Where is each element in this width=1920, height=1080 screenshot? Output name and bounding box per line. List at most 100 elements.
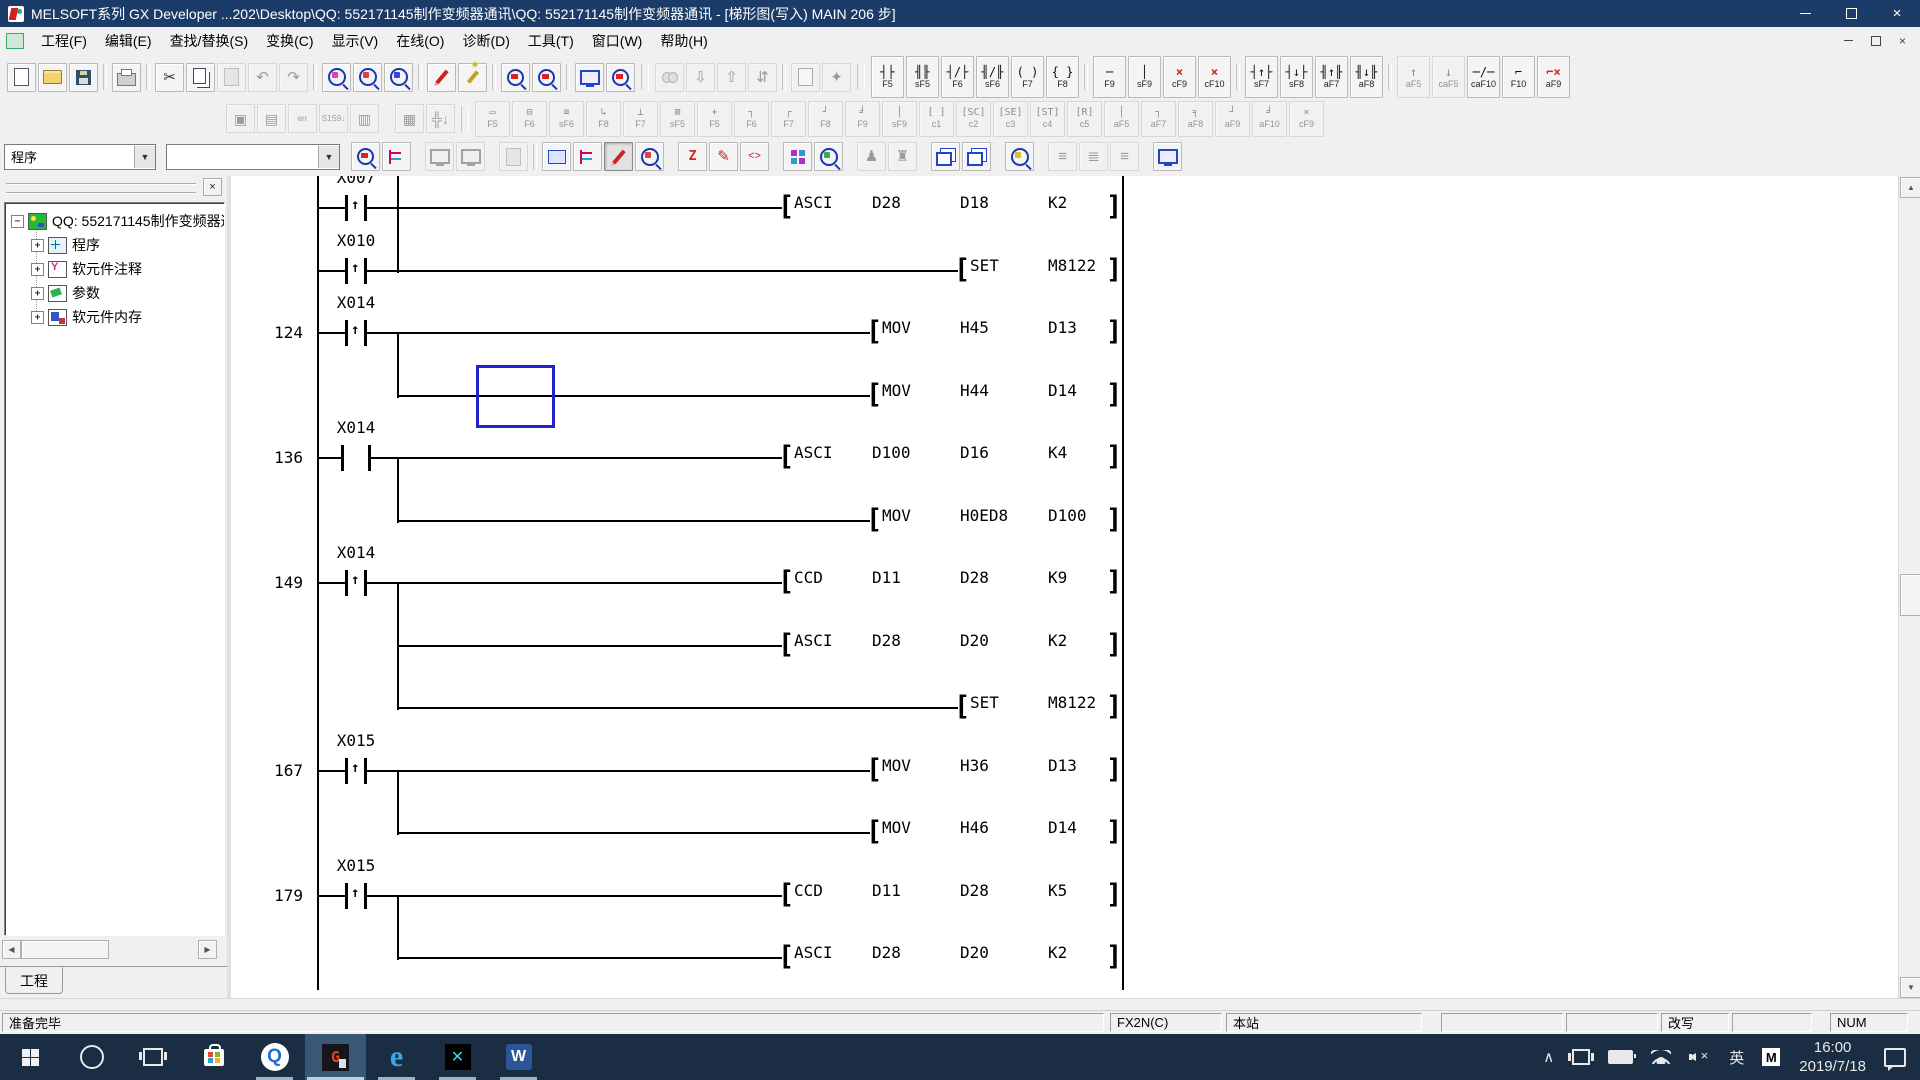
battery-icon[interactable] [1608,1050,1637,1064]
verify-with-plc-button[interactable]: ⇵ [748,62,777,92]
undo-button[interactable]: ↶ [248,62,277,92]
delete-line-button[interactable]: ⌐× aF9 [1537,56,1570,98]
taskbar-gx-developer-button[interactable]: G [305,1034,366,1080]
sfc-jump-button[interactable]: ↳ F8 [586,100,621,137]
find-device-button[interactable] [322,62,351,92]
child-restore-button[interactable] [1862,30,1889,52]
write-mode-active-button[interactable] [604,142,633,171]
zoom-monitor-yellow-button[interactable] [1005,142,1034,171]
sfc-line-corner-2-button[interactable]: ┌ F7 [771,100,806,137]
program-common-edit-button[interactable]: ▣ [226,104,255,133]
tab-project[interactable]: 工程 [5,967,63,994]
rising-pulse-contact-button[interactable]: ┤↑├ sF7 [1245,56,1278,98]
sfc-line-af10-button[interactable]: ╛ aF10 [1252,100,1287,137]
device-assign-button[interactable]: ╬↓ [426,104,455,133]
monitor-mode-button[interactable] [501,62,530,92]
menu-item-4[interactable]: 显示(V) [323,27,388,54]
copy-button[interactable] [186,62,215,92]
expand-icon[interactable]: + [31,238,44,252]
open-window-zoom-button[interactable] [351,142,380,171]
sfc-r-c5-button[interactable]: [R] c5 [1067,100,1102,137]
find-step-no-button[interactable] [384,62,413,92]
test-edit-pencil-button[interactable] [458,62,487,92]
read-mode-zoom-button[interactable] [635,142,664,171]
tree-item-0[interactable]: + 程序 [31,235,100,255]
find-instruction-button[interactable] [353,62,382,92]
paste-button[interactable] [217,62,246,92]
tray-chevron-icon[interactable]: ∧ [1543,1048,1554,1066]
block-information-button[interactable]: ▥ [350,104,379,133]
note-display-button[interactable] [499,142,528,171]
sfc-st-c4-button[interactable]: [ST] c4 [1030,100,1065,137]
instruction-list-mode-button[interactable]: Z [678,142,707,171]
sort-step-no-button[interactable]: S1S9↓ [319,104,348,133]
device-test-edit-button[interactable]: ✎ [709,142,738,171]
delete-vertical-line-button[interactable]: × cF10 [1198,56,1231,98]
sfc-line-af7-button[interactable]: ┐ aF7 [1141,100,1176,137]
grid-display-button[interactable]: ▦ [395,104,424,133]
taskbar-task-view-button[interactable] [122,1034,183,1080]
parallel-falling-pulse-button[interactable]: ╢↓╟ aF8 [1350,56,1383,98]
sfc-line-af8-button[interactable]: ╕ aF8 [1178,100,1213,137]
tree-item-3[interactable]: + 软元件内存 [31,307,142,327]
sfc-line-corner-1-button[interactable]: ┐ F6 [734,100,769,137]
open-project-button[interactable] [38,62,67,92]
block-select-combobox[interactable]: ▼ [166,143,340,170]
minimize-button[interactable] [1782,0,1828,27]
sfc-end-step-button[interactable]: ⊥ F7 [623,100,658,137]
edit-cursor-selection-box[interactable] [476,365,555,428]
menu-item-3[interactable]: 变换(C) [257,27,322,54]
project-data-list-button[interactable] [382,142,411,171]
new-project-button[interactable] [7,62,36,92]
scroll-up-icon[interactable]: ▲ [1900,177,1920,198]
sfc-delete-line-button[interactable]: × cF9 [1289,100,1324,137]
coil-button[interactable]: ( ) F7 [1011,56,1044,98]
language-indicator[interactable]: 英 [1729,1047,1744,1068]
sfc-comment-c1-button[interactable]: [ ] c1 [919,100,954,137]
taskbar-start-button[interactable] [0,1034,61,1080]
closed-contact-button[interactable]: ┤/├ F6 [941,56,974,98]
horizontal-line-button[interactable]: ─ F9 [1093,56,1126,98]
statement-display-button[interactable] [456,142,485,171]
trace-figure-1-button[interactable]: ♟ [857,142,886,171]
sfc-line-corner-4-button[interactable]: ╛ F9 [845,100,880,137]
expand-icon[interactable]: + [31,310,44,324]
menu-item-5[interactable]: 在线(O) [387,27,453,54]
menu-item-7[interactable]: 工具(T) [519,27,583,54]
write-to-plc-button[interactable]: ⇧ [717,62,746,92]
find-circle-zoom-button[interactable] [814,142,843,171]
scroll-down-icon[interactable]: ▼ [1900,977,1920,998]
comment-display-button[interactable] [425,142,454,171]
print-document-button[interactable] [791,62,820,92]
taskbar-gx-works-button[interactable]: ✕ [427,1034,488,1080]
menu-item-2[interactable]: 查找/替换(S) [161,27,258,54]
panel-close-icon[interactable]: × [203,178,222,196]
device-compare-button[interactable]: <> [740,142,769,171]
comment-tool-3-button[interactable]: ≡ [1110,142,1139,171]
sfc-vertical-line-button[interactable]: │ sF9 [882,100,917,137]
open-new-window-button[interactable] [962,142,991,171]
volume-muted-icon[interactable] [1689,1048,1711,1064]
delete-horizontal-line-button[interactable]: × cF9 [1163,56,1196,98]
sfc-transition-button[interactable]: ⊠ sF5 [660,100,695,137]
comment-tool-2-button[interactable]: ≣ [1079,142,1108,171]
trace-figure-2-button[interactable]: ♜ [888,142,917,171]
child-minimize-button[interactable] [1835,30,1862,52]
hscroll-thumb[interactable] [21,940,109,959]
print-button[interactable] [112,62,141,92]
device-comment-edit-button[interactable] [573,142,602,171]
chevron-down-icon[interactable]: ▼ [318,145,339,168]
monitor-write-mode-button[interactable] [532,62,561,92]
cut-button[interactable]: ✂ [155,62,184,92]
sfc-selection-divergence-button[interactable]: + F5 [697,100,732,137]
expand-icon[interactable]: + [31,262,44,276]
parallel-closed-contact-button[interactable]: ╢/╟ sF6 [976,56,1009,98]
open-contact-button[interactable]: ┤├ F5 [871,56,904,98]
falling-pulse-contact-button[interactable]: ┤↓├ sF8 [1280,56,1313,98]
transfer-setup-button[interactable] [575,62,604,92]
help-pointer-button[interactable]: ✦ [822,62,851,92]
down-branch-button[interactable]: ↓ caF5 [1432,56,1465,98]
menu-item-0[interactable]: 工程(F) [32,27,96,54]
panel-grip[interactable] [6,183,196,194]
monitor-panel-button[interactable] [1153,142,1182,171]
